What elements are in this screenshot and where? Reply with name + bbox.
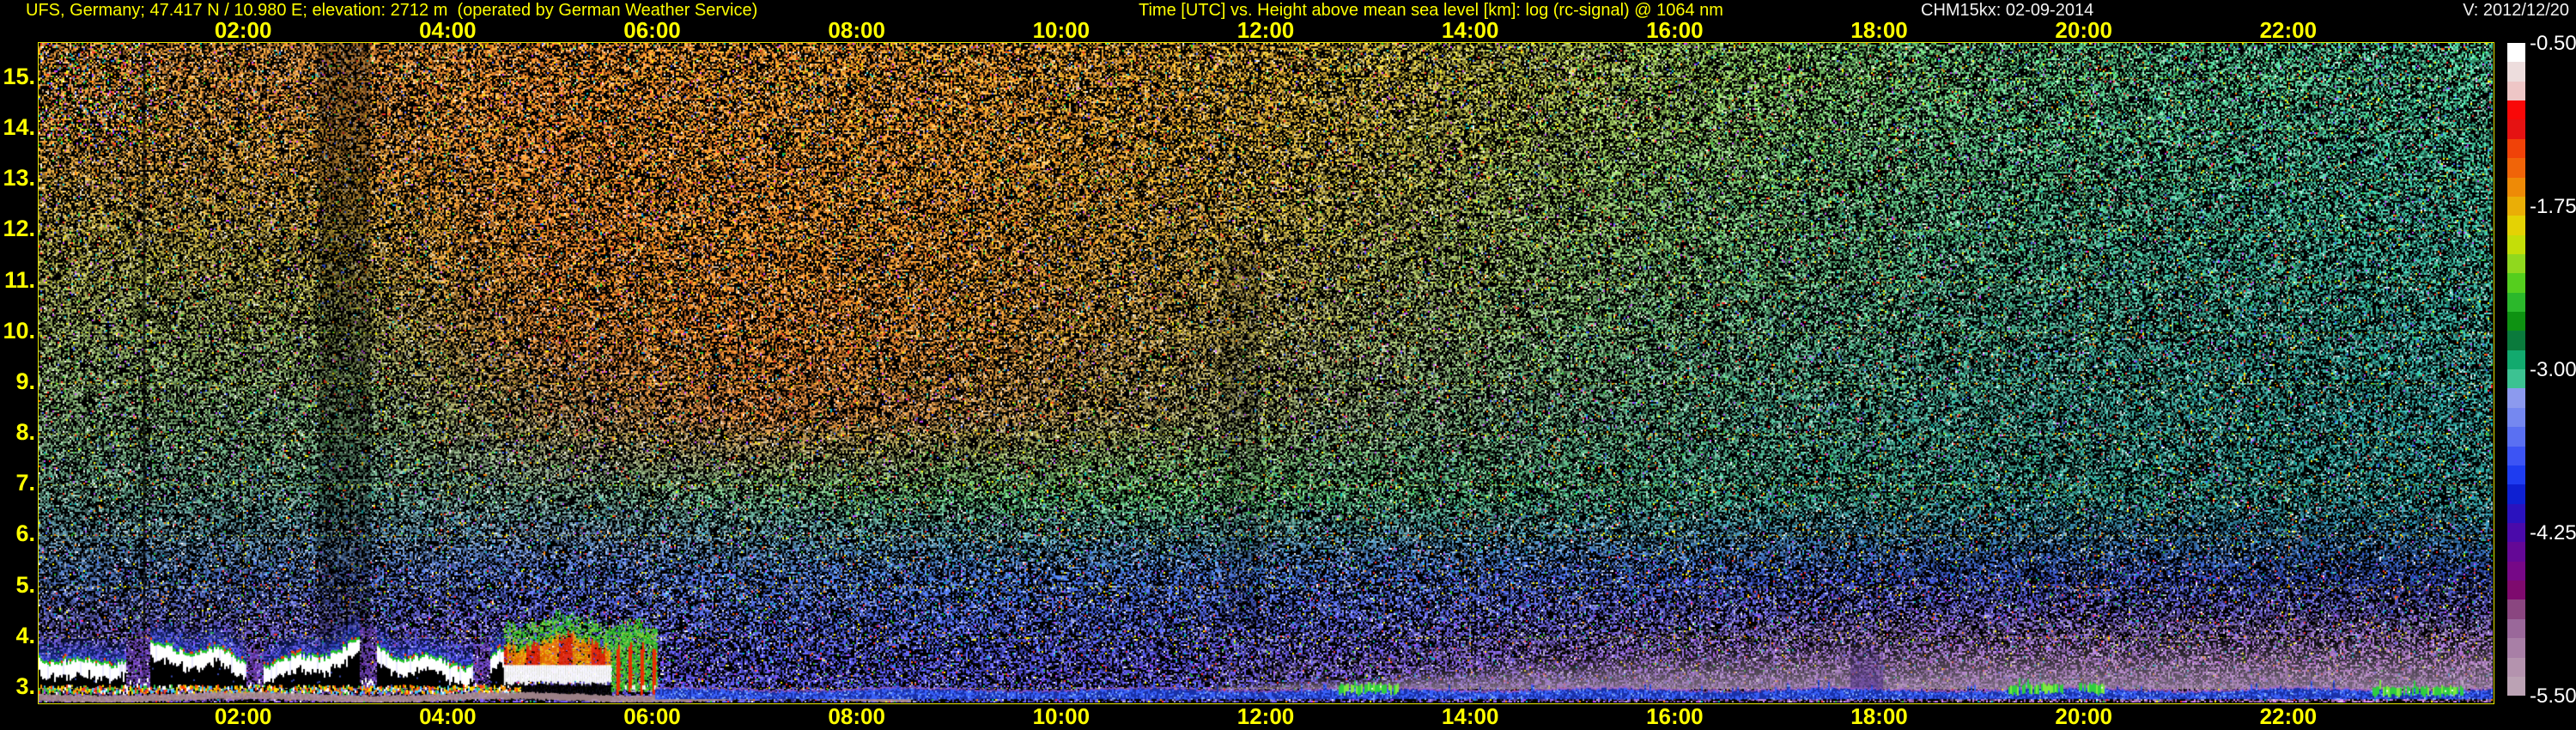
- plot-title: Time [UTC] vs. Height above mean sea lev…: [1139, 1, 1723, 20]
- height-tick-11km: 11.: [3, 266, 35, 293]
- time-tick-20:00: 20:00: [2055, 703, 2112, 729]
- colorbar-block-25: [2507, 522, 2525, 543]
- time-tick-14:00: 14:00: [1441, 17, 1499, 43]
- time-tick-06:00: 06:00: [623, 17, 681, 43]
- colorbar-block-5: [2507, 138, 2525, 159]
- colorbar-block-31: [2507, 638, 2525, 658]
- height-tick-12km: 12.: [3, 216, 35, 242]
- ceilometer-quicklook: UFS, Germany; 47.417 N / 10.980 E; eleva…: [0, 0, 2576, 730]
- height-tick-10km: 10.: [3, 317, 35, 344]
- colorbar-block-11: [2507, 253, 2525, 274]
- colorbar-block-4: [2507, 119, 2525, 139]
- height-tick-9km: 9.: [15, 368, 35, 394]
- height-tick-5km: 5.: [15, 571, 35, 598]
- colorbar-block-17: [2507, 369, 2525, 389]
- colorbar-block-21: [2507, 446, 2525, 465]
- time-tick-22:00: 22:00: [2259, 17, 2318, 43]
- colorbar-block-32: [2507, 657, 2525, 677]
- colorbar-block-6: [2507, 158, 2525, 178]
- backscatter-heatmap: [39, 43, 2493, 703]
- colorbar-tick--4.25: -4.25: [2530, 521, 2576, 544]
- colorbar: [2507, 43, 2525, 697]
- colorbar-block-14: [2507, 312, 2525, 332]
- colorbar-block-19: [2507, 407, 2525, 428]
- colorbar-tick--1.75: -1.75: [2530, 195, 2576, 218]
- height-tick-6km: 6.: [15, 520, 35, 547]
- colorbar-block-3: [2507, 100, 2525, 120]
- time-tick-12:00: 12:00: [1236, 17, 1295, 43]
- time-tick-16:00: 16:00: [1646, 703, 1704, 729]
- time-tick-10:00: 10:00: [1032, 703, 1091, 729]
- colorbar-block-33: [2507, 676, 2525, 697]
- height-tick-15km: 15.: [3, 63, 35, 89]
- colorbar-block-20: [2507, 427, 2525, 447]
- time-tick-08:00: 08:00: [828, 703, 885, 729]
- colorbar-block-29: [2507, 599, 2525, 619]
- colorbar-tick--3.00: -3.00: [2530, 358, 2576, 381]
- colorbar-block-16: [2507, 350, 2525, 370]
- colorbar-block-10: [2507, 234, 2525, 254]
- time-tick-14:00: 14:00: [1441, 703, 1499, 729]
- software-version: V: 2012/12/20: [2463, 1, 2569, 20]
- colorbar-block-24: [2507, 503, 2525, 523]
- colorbar-block-26: [2507, 542, 2525, 562]
- colorbar-block-8: [2507, 196, 2525, 216]
- height-tick-8km: 8.: [15, 419, 35, 446]
- time-tick-04:00: 04:00: [419, 703, 477, 729]
- colorbar-tick--0.50: -0.50: [2530, 32, 2576, 55]
- time-tick-20:00: 20:00: [2055, 17, 2112, 43]
- colorbar-block-9: [2507, 216, 2525, 235]
- colorbar-block-12: [2507, 273, 2525, 293]
- colorbar-block-0: [2507, 43, 2525, 63]
- time-tick-04:00: 04:00: [419, 17, 477, 43]
- height-tick-13km: 13.: [3, 165, 35, 192]
- time-tick-16:00: 16:00: [1646, 17, 1704, 43]
- colorbar-block-30: [2507, 618, 2525, 639]
- height-tick-3km: 3.: [15, 672, 35, 699]
- time-tick-18:00: 18:00: [1850, 17, 1908, 43]
- time-tick-22:00: 22:00: [2259, 703, 2318, 729]
- colorbar-block-15: [2507, 331, 2525, 350]
- height-tick-7km: 7.: [15, 470, 35, 496]
- colorbar-block-27: [2507, 561, 2525, 581]
- colorbar-block-23: [2507, 484, 2525, 504]
- colorbar-block-1: [2507, 62, 2525, 82]
- time-tick-06:00: 06:00: [623, 703, 681, 729]
- colorbar-tick--5.50: -5.50: [2530, 684, 2576, 708]
- colorbar-block-7: [2507, 177, 2525, 197]
- time-tick-18:00: 18:00: [1850, 703, 1908, 729]
- time-tick-02:00: 02:00: [214, 17, 272, 43]
- colorbar-block-28: [2507, 581, 2525, 600]
- time-tick-10:00: 10:00: [1032, 17, 1091, 43]
- time-tick-02:00: 02:00: [214, 703, 272, 729]
- colorbar-block-2: [2507, 81, 2525, 101]
- time-tick-08:00: 08:00: [828, 17, 885, 43]
- height-tick-4km: 4.: [15, 622, 35, 648]
- colorbar-block-18: [2507, 388, 2525, 408]
- colorbar-block-22: [2507, 465, 2525, 485]
- height-tick-14km: 14.: [3, 114, 35, 140]
- time-tick-12:00: 12:00: [1236, 703, 1295, 729]
- colorbar-block-13: [2507, 292, 2525, 313]
